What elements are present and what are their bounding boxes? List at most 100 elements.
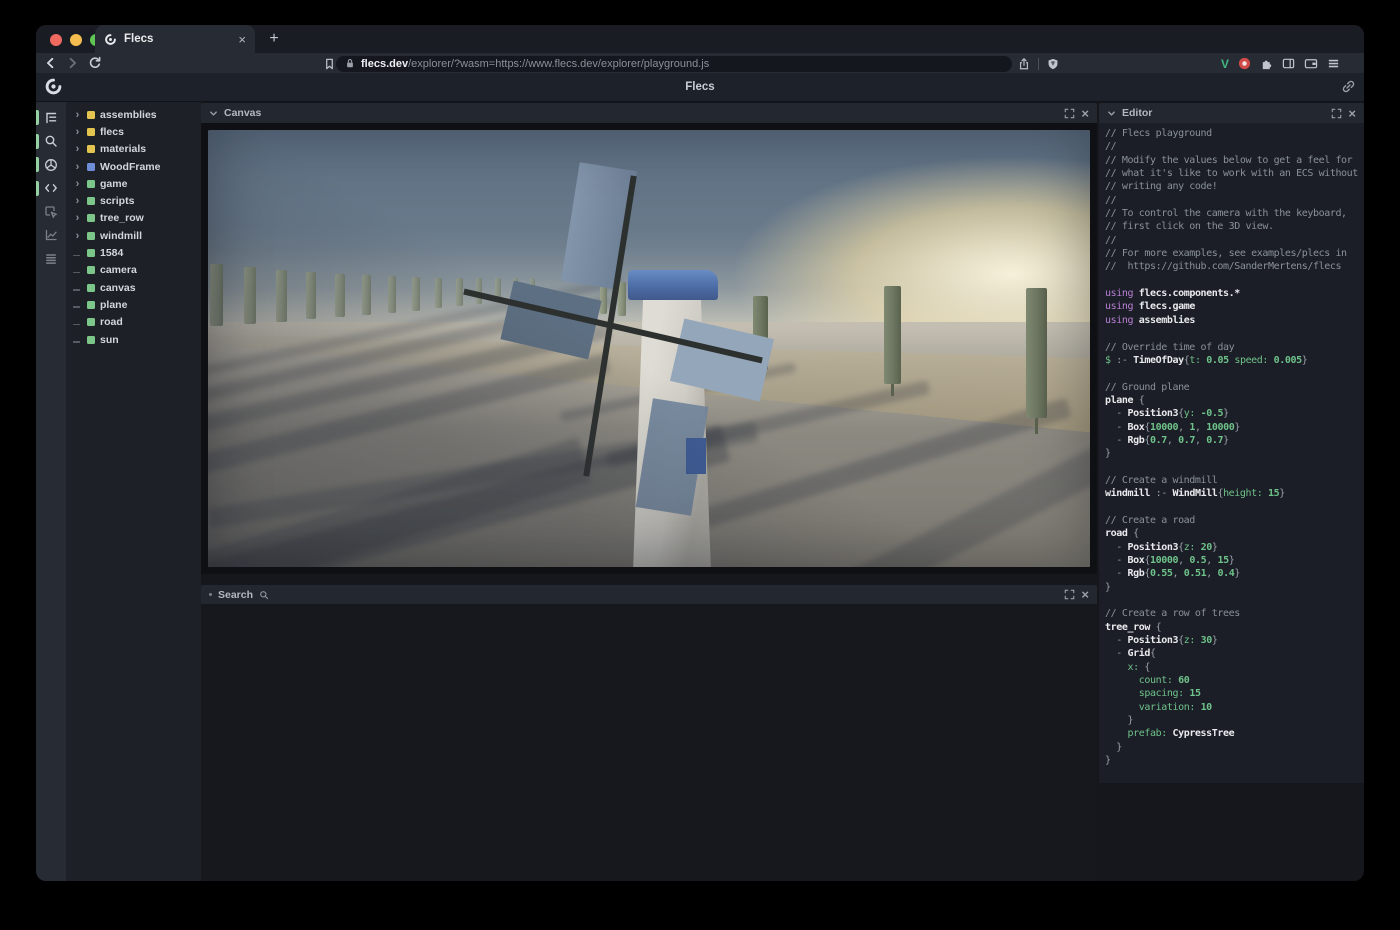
- code-line: // Create a road: [1105, 514, 1364, 527]
- code-line: //: [1105, 140, 1364, 153]
- tree-item-plane[interactable]: plane: [66, 296, 201, 313]
- extension-red-icon[interactable]: [1238, 57, 1251, 70]
- browser-tab-flecs[interactable]: Flecs ×: [95, 25, 255, 53]
- tree-item-flecs[interactable]: ›flecs: [66, 123, 201, 140]
- tab-close-icon[interactable]: ×: [238, 33, 246, 46]
- code-line: using flecs.game: [1105, 300, 1364, 313]
- code-line: tree_row {: [1105, 621, 1364, 634]
- sidebar-toggle-icon[interactable]: [1282, 57, 1295, 70]
- tree-item-label: plane: [100, 299, 127, 311]
- search-collapse-dot-icon[interactable]: [209, 593, 212, 596]
- entity-kind-swatch: [87, 318, 95, 326]
- entity-tree-panel: ›assemblies›flecs›materials›WoodFrame›ga…: [66, 102, 201, 881]
- code-editor[interactable]: // Flecs playground//// Modify the value…: [1099, 123, 1364, 783]
- tree-item-label: game: [100, 178, 127, 190]
- expand-chevron-icon[interactable]: ›: [73, 161, 82, 173]
- forward-icon[interactable]: [66, 56, 79, 70]
- code-line: [1105, 367, 1364, 380]
- tab-title: Flecs: [124, 33, 231, 45]
- code-line: - Box{10000, 1, 10000}: [1105, 421, 1364, 434]
- toolbar-separator: [1038, 58, 1039, 70]
- sidebar-tab-entity-tree[interactable]: [36, 106, 66, 130]
- code-line: road {: [1105, 527, 1364, 540]
- screenshot-stage: Flecs × +: [0, 0, 1400, 930]
- tree-item-scripts[interactable]: › scripts: [66, 192, 201, 209]
- tree-item-1584[interactable]: 1584: [66, 244, 201, 261]
- url-domain: flecs.dev: [361, 58, 408, 70]
- vue-devtools-icon[interactable]: V: [1221, 57, 1229, 71]
- tree-item-game[interactable]: › game: [66, 175, 201, 192]
- entity-kind-swatch: [87, 111, 95, 119]
- tree-item-label: WoodFrame: [100, 161, 160, 173]
- new-tab-button[interactable]: +: [264, 29, 284, 49]
- tree-item-label: assemblies: [100, 109, 157, 121]
- sidebar-tab-picker[interactable]: [36, 200, 66, 224]
- minimize-window-button[interactable]: [70, 34, 82, 46]
- entity-kind-swatch: [87, 232, 95, 240]
- tree-item-canvas[interactable]: canvas: [66, 279, 201, 296]
- reload-icon[interactable]: [88, 56, 102, 70]
- sidebar-tab-charts[interactable]: [36, 224, 66, 248]
- expand-chevron-icon[interactable]: ›: [73, 230, 82, 242]
- sidebar-tab-entity-3d[interactable]: [36, 153, 66, 177]
- canvas-3d-view[interactable]: [208, 130, 1090, 567]
- expand-chevron-icon[interactable]: ›: [73, 126, 82, 138]
- fullscreen-icon[interactable]: [1331, 108, 1342, 119]
- url-path: /explorer/?wasm=https://www.flecs.dev/ex…: [408, 58, 709, 70]
- menu-icon[interactable]: [1327, 57, 1340, 70]
- search-panel-header[interactable]: Search ×: [201, 585, 1097, 604]
- tree-item-label: tree_row: [100, 212, 144, 224]
- code-line: // Create a row of trees: [1105, 607, 1364, 620]
- code-line: [1105, 501, 1364, 514]
- expand-chevron-icon[interactable]: ›: [73, 178, 82, 190]
- close-icon[interactable]: ×: [1081, 588, 1089, 601]
- bookmark-icon[interactable]: [323, 57, 336, 71]
- tree-item-assemblies[interactable]: › assemblies: [66, 106, 201, 123]
- entity-3d-icon: [44, 158, 58, 172]
- back-icon[interactable]: [44, 56, 57, 70]
- entity-kind-swatch: [87, 249, 95, 257]
- editor-panel-header[interactable]: Editor ×: [1099, 103, 1364, 123]
- tree-item-WoodFrame[interactable]: › WoodFrame: [66, 158, 201, 175]
- brave-shield-icon[interactable]: [1047, 57, 1059, 71]
- expand-chevron-icon[interactable]: ›: [73, 195, 82, 207]
- tree-item-road[interactable]: road: [66, 314, 201, 331]
- canvas-panel-header[interactable]: Canvas ×: [201, 103, 1097, 123]
- url-bar[interactable]: flecs.dev/explorer/?wasm=https://www.fle…: [336, 56, 1012, 72]
- tree-item-camera[interactable]: camera: [66, 262, 201, 279]
- tree-item-label: scripts: [100, 195, 134, 207]
- close-icon[interactable]: ×: [1348, 107, 1356, 120]
- code-line: $ :- TimeOfDay{t: 0.05 speed: 0.005}: [1105, 354, 1364, 367]
- code-line: [1105, 274, 1364, 287]
- share-icon[interactable]: [1018, 57, 1030, 71]
- tree-item-label: sun: [100, 334, 119, 346]
- code-line: variation: 10: [1105, 701, 1364, 714]
- share-link-icon[interactable]: [1341, 79, 1356, 94]
- leaf-dash-icon: [73, 282, 82, 294]
- collapse-chevron-icon[interactable]: [1107, 109, 1116, 118]
- tree-item-sun[interactable]: sun: [66, 331, 201, 348]
- code-line: }: [1105, 754, 1364, 767]
- expand-chevron-icon[interactable]: ›: [73, 109, 82, 121]
- collapse-chevron-icon[interactable]: [209, 109, 218, 118]
- sidebar-tab-search[interactable]: [36, 130, 66, 154]
- expand-chevron-icon[interactable]: ›: [73, 143, 82, 155]
- fullscreen-icon[interactable]: [1064, 108, 1075, 119]
- tree-item-tree_row[interactable]: › tree_row: [66, 210, 201, 227]
- wallet-icon[interactable]: [1304, 57, 1318, 70]
- leaf-dash-icon: [73, 247, 82, 259]
- tree-item-materials[interactable]: ›materials: [66, 141, 201, 158]
- leaf-dash-icon: [73, 334, 82, 346]
- code-line: - Position3{z: 20}: [1105, 541, 1364, 554]
- sidebar-tab-code[interactable]: [36, 177, 66, 201]
- code-line: // Override time of day: [1105, 341, 1364, 354]
- tree-item-windmill[interactable]: ›windmill: [66, 227, 201, 244]
- browser-toolbar: flecs.dev/explorer/?wasm=https://www.fle…: [36, 53, 1364, 74]
- sidebar-tab-stats[interactable]: [36, 247, 66, 271]
- close-window-button[interactable]: [50, 34, 62, 46]
- expand-chevron-icon[interactable]: ›: [73, 212, 82, 224]
- fullscreen-icon[interactable]: [1064, 589, 1075, 600]
- close-icon[interactable]: ×: [1081, 107, 1089, 120]
- code-line: count: 60: [1105, 674, 1364, 687]
- extensions-puzzle-icon[interactable]: [1260, 57, 1273, 70]
